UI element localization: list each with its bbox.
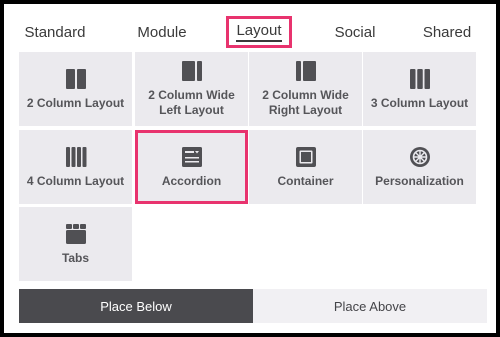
tile-label: 3 Column Layout (370, 95, 469, 110)
tile-label: Container (277, 173, 334, 188)
tile-label: 2 Column Layout (26, 95, 125, 110)
tile-container[interactable]: Container (249, 130, 362, 204)
place-below-button[interactable]: Place Below (19, 289, 253, 323)
layout-picker-panel: Standard Module Layout Social Shared 2 C… (0, 0, 500, 337)
two-column-wide-right-icon (294, 60, 318, 82)
tab-layout-label: Layout (236, 22, 282, 42)
tile-2-column-wide-right-layout[interactable]: 2 Column Wide Right Layout (249, 52, 362, 126)
tab-module[interactable]: Module (132, 16, 192, 48)
tab-social-label: Social (334, 23, 376, 41)
tile-label: 4 Column Layout (26, 173, 125, 188)
tile-2-column-layout[interactable]: 2 Column Layout (19, 52, 132, 126)
tab-module-label: Module (137, 23, 187, 41)
place-above-label: Place Above (333, 298, 407, 314)
tab-shared[interactable]: Shared (422, 16, 472, 48)
accordion-icon (180, 146, 204, 168)
tab-standard-label: Standard (24, 23, 86, 41)
three-column-icon (408, 68, 432, 90)
tab-standard[interactable]: Standard (20, 16, 90, 48)
two-column-icon (64, 68, 88, 90)
tile-tabs[interactable]: Tabs (19, 207, 132, 281)
category-tabs: Standard Module Layout Social Shared (8, 16, 500, 52)
container-icon (294, 146, 318, 168)
tile-label: Tabs (61, 250, 90, 265)
personalization-icon (408, 146, 432, 168)
tile-label: 2 Column Wide Right Layout (262, 88, 349, 117)
tile-2-column-wide-left-layout[interactable]: 2 Column Wide Left Layout (135, 52, 248, 126)
place-above-button[interactable]: Place Above (253, 289, 487, 323)
tile-label: Accordion (161, 173, 222, 188)
tab-shared-label: Shared (422, 23, 472, 41)
tile-personalization[interactable]: Personalization (363, 130, 476, 204)
four-column-icon (64, 146, 88, 168)
tab-social[interactable]: Social (332, 16, 378, 48)
tab-layout[interactable]: Layout (226, 16, 292, 48)
tile-label: 2 Column Wide Left Layout (148, 88, 235, 117)
two-column-wide-left-icon (180, 60, 204, 82)
place-below-label: Place Below (100, 298, 172, 314)
tile-label: Personalization (375, 173, 464, 188)
tile-3-column-layout[interactable]: 3 Column Layout (363, 52, 476, 126)
tile-4-column-layout[interactable]: 4 Column Layout (19, 130, 132, 204)
tabs-icon (64, 223, 88, 245)
tile-accordion[interactable]: Accordion (135, 130, 248, 204)
